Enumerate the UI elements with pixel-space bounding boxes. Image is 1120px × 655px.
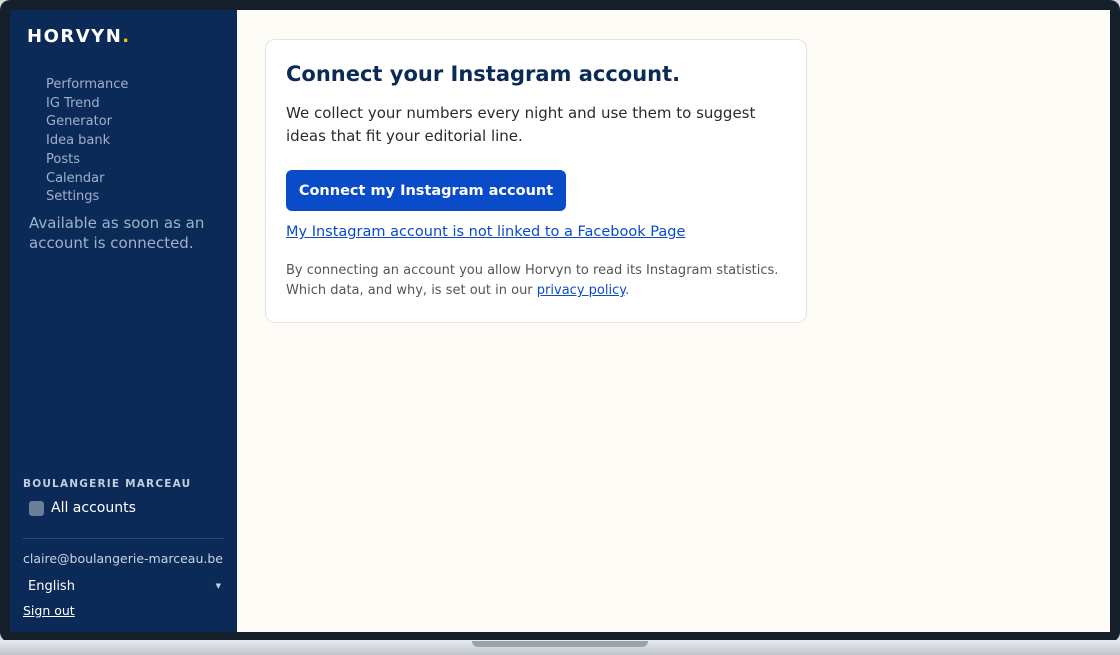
consent-body: By connecting an account you allow Horvy… xyxy=(286,263,779,298)
user-email: claire@boulangerie-marceau.be xyxy=(23,551,223,566)
workspace-name: BOULANGERIE MARCEAU xyxy=(23,478,192,490)
connect-card: Connect your Instagram account. We colle… xyxy=(265,39,807,323)
sidebar-item-settings: Settings xyxy=(46,189,100,205)
brand-name: HORVYN xyxy=(27,26,123,47)
caret-down-icon: ▼ xyxy=(215,582,221,590)
app-screen: HORVYN. Performance IG Trend Generator I… xyxy=(10,10,1110,632)
sidebar-item-calendar: Calendar xyxy=(46,170,105,186)
sidebar: HORVYN. Performance IG Trend Generator I… xyxy=(10,10,237,632)
language-select[interactable]: English ▼ xyxy=(23,576,221,596)
privacy-policy-link[interactable]: privacy policy xyxy=(537,283,625,298)
all-accounts-checkbox[interactable] xyxy=(29,500,44,516)
sidebar-divider xyxy=(23,538,224,539)
sign-out-link[interactable]: Sign out xyxy=(23,603,75,618)
all-accounts-toggle[interactable]: All accounts xyxy=(29,500,136,516)
all-accounts-label: All accounts xyxy=(51,500,136,516)
sidebar-item-ig-trend: IG Trend xyxy=(46,95,100,111)
main-content: Connect your Instagram account. We colle… xyxy=(237,10,1110,632)
sidebar-item-idea-bank: Idea bank xyxy=(46,133,111,149)
sidebar-item-performance: Performance xyxy=(46,77,129,92)
connect-instagram-button[interactable]: Connect my Instagram account xyxy=(286,170,566,211)
page-title: Connect your Instagram account. xyxy=(286,62,681,86)
device-notch xyxy=(472,641,648,647)
not-linked-facebook-link[interactable]: My Instagram account is not linked to a … xyxy=(286,224,685,240)
intro-text: We collect your numbers every night and … xyxy=(286,104,756,145)
brand-logo[interactable]: HORVYN. xyxy=(27,26,131,47)
nav-availability-note: Available as soon as an account is conne… xyxy=(29,214,205,252)
consent-end: . xyxy=(625,283,630,298)
language-value: English xyxy=(28,578,75,594)
sidebar-item-posts: Posts xyxy=(46,151,80,167)
consent-text: By connecting an account you allow Horvy… xyxy=(286,261,796,301)
sidebar-nav: Performance IG Trend Generator Idea bank… xyxy=(46,76,128,207)
sidebar-item-generator: Generator xyxy=(46,114,113,130)
brand-dot: . xyxy=(122,26,131,47)
device-frame: HORVYN. Performance IG Trend Generator I… xyxy=(0,0,1120,642)
